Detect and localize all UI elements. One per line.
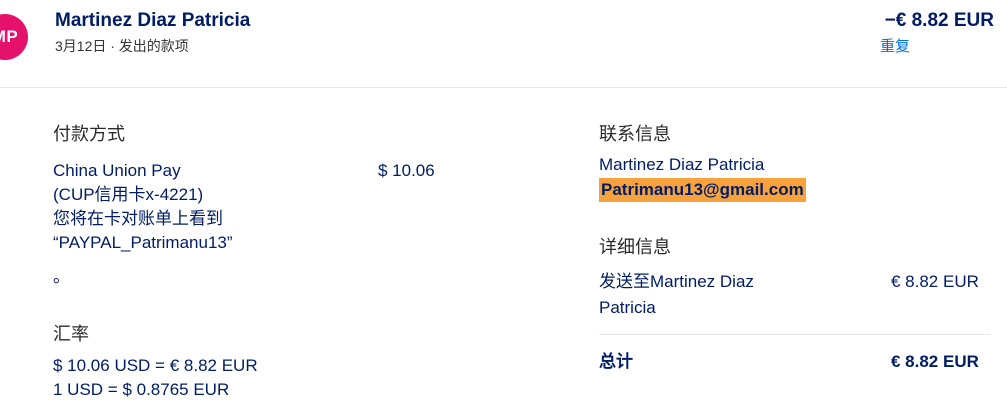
total-label: 总计 (599, 352, 633, 371)
sent-amount: € 8.82 EUR (891, 272, 979, 291)
exchange-rate-value: 1 USD = $ 0.8765 EUR (53, 380, 230, 399)
counterparty-name: Martinez Diaz Patricia (55, 10, 251, 31)
sent-to-label: 发送至Martinez Diaz (599, 272, 754, 291)
sent-to-name: Patricia (599, 298, 656, 317)
contact-info-title: 联系信息 (599, 124, 671, 144)
payment-card-info: (CUP信用卡x-4221) (53, 185, 204, 204)
repeat-link[interactable]: 重复 (880, 35, 910, 56)
payment-method-title: 付款方式 (53, 124, 125, 144)
exchange-conversion: $ 10.06 USD = € 8.82 EUR (53, 356, 258, 375)
statement-descriptor: “PAYPAL_Patrimanu13” (53, 233, 233, 252)
details-title: 详细信息 (599, 237, 671, 257)
details-divider (599, 334, 991, 335)
avatar: MP (0, 14, 28, 60)
payment-method-name: China Union Pay (53, 161, 181, 180)
exchange-rate-title: 汇率 (53, 324, 89, 344)
statement-note-end: 。 (53, 267, 70, 286)
contact-name: Martinez Diaz Patricia (599, 155, 765, 174)
transaction-date-type: 3月12日 · 发出的款项 (55, 38, 189, 54)
transaction-header: MP Martinez Diaz Patricia 3月12日 · 发出的款项 … (0, 0, 1007, 88)
transaction-amount: −€ 8.82 EUR (884, 10, 994, 31)
statement-note-line1: 您将在卡对账单上看到 (53, 209, 223, 228)
payment-amount: $ 10.06 (378, 161, 435, 180)
contact-email[interactable]: Patrimanu13@gmail.com (599, 178, 806, 202)
total-amount: € 8.82 EUR (891, 352, 979, 371)
